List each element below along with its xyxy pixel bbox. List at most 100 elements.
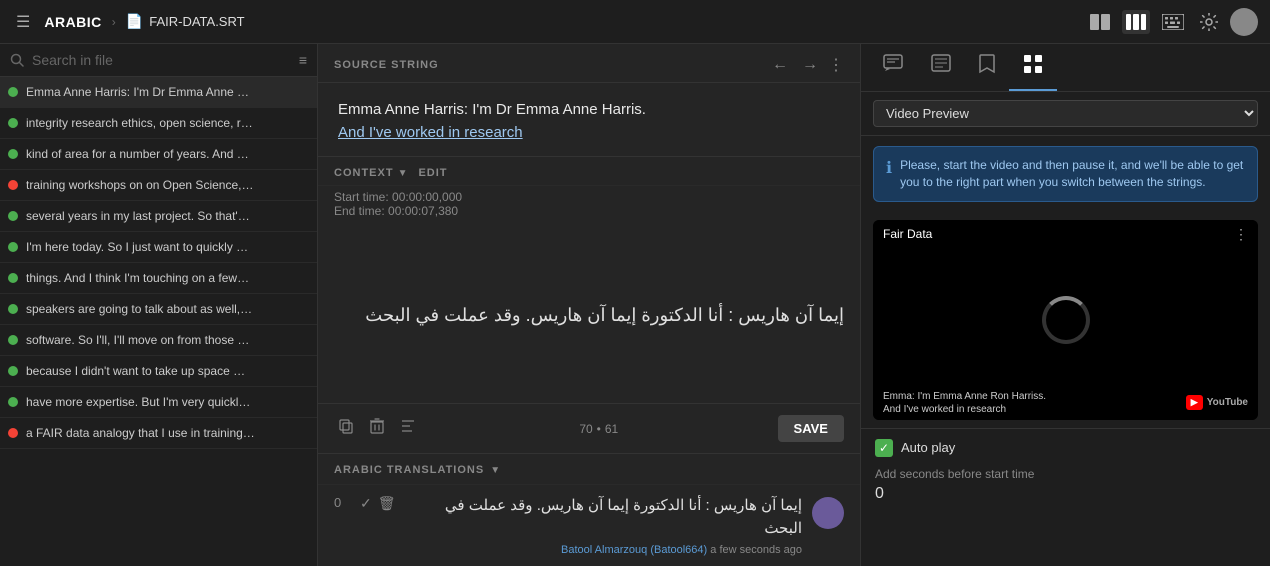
chat-icon (883, 54, 903, 72)
status-dot (8, 180, 18, 190)
translation-text[interactable]: إيما آن هاريس : أنا الدكتورة إيما آن هار… (334, 301, 844, 330)
contributor-link[interactable]: Batool Almarzouq (Batool664) (561, 544, 707, 556)
item-text: because I didn't want to take up space … (26, 364, 245, 378)
layout1-button[interactable] (1086, 10, 1114, 34)
delete-icon (370, 418, 384, 434)
list-item[interactable]: because I didn't want to take up space … (0, 356, 317, 387)
char-count-src: 70 (579, 422, 592, 436)
list-item[interactable]: several years in my last project. So tha… (0, 201, 317, 232)
list-icon (931, 54, 951, 72)
arabic-translations-label: ARABIC TRANSLATIONS (334, 464, 484, 476)
list-item[interactable]: software. So I'll, I'll move on from tho… (0, 325, 317, 356)
translation-num: 0 (334, 495, 350, 510)
accept-translation-button[interactable]: ✓ (360, 495, 372, 512)
youtube-icon: ▶ (1186, 395, 1203, 410)
seconds-value[interactable]: 0 (875, 485, 1256, 503)
source-more-button[interactable]: ⋮ (828, 55, 844, 75)
center-panel: SOURCE STRING ← → ⋮ Emma Anne Harris: I'… (318, 44, 860, 566)
menu-button[interactable]: ☰ (12, 8, 34, 36)
topbar: ☰ ARABIC › 📄 FAIR-DATA.SRT (0, 0, 1270, 44)
context-bar: CONTEXT ▼ EDIT (318, 157, 860, 186)
format-icon (400, 419, 416, 433)
editor-footer: 70 • 61 SAVE (318, 403, 860, 453)
prev-string-button[interactable]: ← (768, 54, 792, 76)
list-item[interactable]: training workshops on on Open Science,… (0, 170, 317, 201)
context-label-text: CONTEXT (334, 167, 394, 179)
file-label: 📄 FAIR-DATA.SRT (126, 13, 245, 30)
format-button[interactable] (396, 414, 420, 443)
list-item[interactable]: I'm here today. So I just want to quickl… (0, 232, 317, 263)
file-icon: 📄 (126, 13, 143, 30)
list-item[interactable]: a FAIR data analogy that I use in traini… (0, 418, 317, 449)
time-ago: a few seconds ago (710, 544, 802, 556)
source-nav: ← → ⋮ (768, 54, 844, 76)
status-dot (8, 242, 18, 252)
video-caption-text: Emma: I'm Emma Anne Ron Harriss. And I'v… (883, 390, 1046, 416)
list-item[interactable]: have more expertise. But I'm very quickl… (0, 387, 317, 418)
tab-chat[interactable] (869, 44, 917, 91)
list-item[interactable]: integrity research ethics, open science,… (0, 108, 317, 139)
layout1-icon (1090, 14, 1110, 30)
source-label: SOURCE STRING (334, 59, 439, 71)
context-label[interactable]: CONTEXT ▼ (334, 167, 408, 179)
layout2-icon (1126, 14, 1146, 30)
char-dot: • (597, 422, 601, 436)
save-button[interactable]: SAVE (778, 415, 844, 442)
menu-icon: ☰ (16, 12, 30, 32)
checkmark-icon: ✓ (879, 441, 889, 455)
video-caption-bar: Emma: I'm Emma Anne Ron Harriss. And I'v… (873, 384, 1258, 420)
topbar-icons (1086, 8, 1258, 36)
edit-label[interactable]: EDIT (418, 167, 447, 179)
translation-meta: Batool Almarzouq (Batool664) a few secon… (561, 544, 802, 556)
caption-line2: And I've worked in research (883, 403, 1046, 416)
tab-list[interactable] (917, 44, 965, 91)
char-count: 70 • 61 (579, 422, 618, 436)
video-title-bar: Fair Data ⋮ (873, 220, 1258, 249)
item-text: speakers are going to talk about as well… (26, 302, 252, 316)
right-panel: Video Preview ℹ Please, start the video … (860, 44, 1270, 566)
end-time: End time: 00:00:07,380 (334, 204, 844, 218)
char-count-tgt: 61 (605, 422, 618, 436)
right-tabs (861, 44, 1270, 92)
status-dot (8, 304, 18, 314)
left-panel: ≡ Emma Anne Harris: I'm Dr Emma Anne … i… (0, 44, 318, 566)
list-item[interactable]: speakers are going to talk about as well… (0, 294, 317, 325)
layout2-button[interactable] (1122, 10, 1150, 34)
avatar[interactable] (1230, 8, 1258, 36)
status-dot (8, 335, 18, 345)
video-more-button[interactable]: ⋮ (1234, 226, 1248, 243)
status-dot (8, 149, 18, 159)
autoplay-label: Auto play (901, 440, 955, 455)
keyboard-button[interactable] (1158, 10, 1188, 34)
video-preview-select[interactable]: Video Preview (873, 100, 1258, 127)
translation-area[interactable]: إيما آن هاريس : أنا الدكتورة إيما آن هار… (318, 228, 860, 403)
delete-translation-button[interactable]: 🗑 (378, 495, 396, 512)
settings-button[interactable] (1196, 9, 1222, 35)
source-text-part1: Emma Anne Harris: I'm Dr Emma Anne Harri… (338, 101, 646, 118)
filter-button[interactable]: ≡ (299, 52, 307, 68)
list-item[interactable]: kind of area for a number of years. And … (0, 139, 317, 170)
video-container[interactable]: Fair Data ⋮ Emma: I'm Emma Anne Ron Harr… (873, 220, 1258, 420)
copy-button[interactable] (334, 414, 358, 443)
caption-line1: Emma: I'm Emma Anne Ron Harriss. (883, 390, 1046, 403)
translation-text-item: إيما آن هاريس : أنا الدكتورة إيما آن هار… (406, 495, 802, 540)
status-dot (8, 87, 18, 97)
list-item[interactable]: Emma Anne Harris: I'm Dr Emma Anne … (0, 77, 317, 108)
video-preview-select-wrap: Video Preview (873, 100, 1258, 127)
status-dot (8, 397, 18, 407)
arabic-translations-chevron-icon: ▼ (490, 465, 500, 476)
bookmark-icon (979, 54, 995, 74)
info-banner: ℹ Please, start the video and then pause… (873, 146, 1258, 202)
delete-button[interactable] (366, 414, 388, 443)
status-dot (8, 366, 18, 376)
grid-icon (1023, 54, 1043, 74)
tab-grid[interactable] (1009, 44, 1057, 91)
list-item[interactable]: things. And I think I'm touching on a fe… (0, 263, 317, 294)
search-input[interactable] (32, 52, 291, 68)
source-text-part2: And I've worked in research (338, 124, 523, 141)
next-string-button[interactable]: → (798, 54, 822, 76)
autoplay-checkbox[interactable]: ✓ (875, 439, 893, 457)
start-time: Start time: 00:00:00,000 (334, 190, 844, 204)
tab-bookmark[interactable] (965, 44, 1009, 91)
youtube-logo: ▶ YouTube (1186, 395, 1248, 410)
